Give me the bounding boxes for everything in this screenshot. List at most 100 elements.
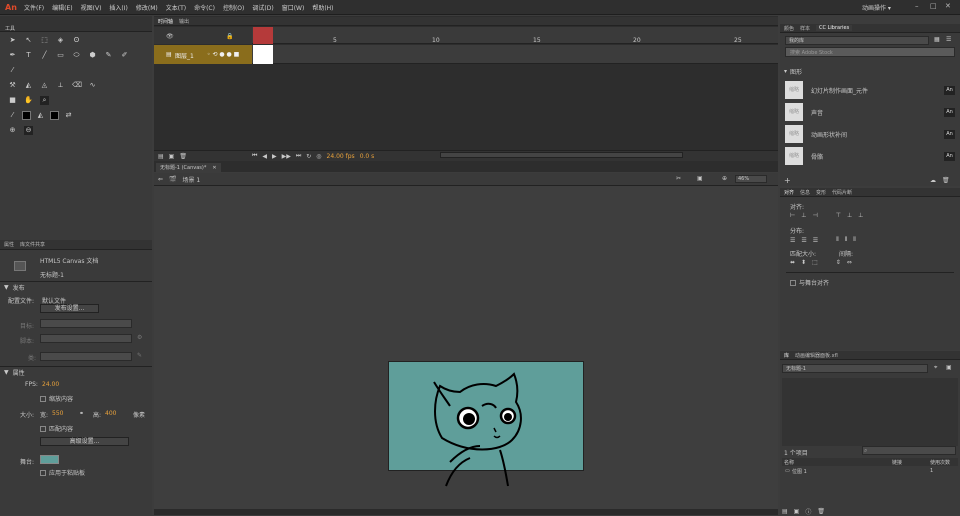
timeline-scrollbar[interactable] <box>440 152 683 158</box>
menu-insert[interactable]: 插入(I) <box>109 3 127 12</box>
tab-info[interactable]: 信息 <box>800 189 810 196</box>
menu-text[interactable]: 文本(T) <box>166 3 186 12</box>
match-contents-row[interactable]: 匹配内容 <box>40 424 73 433</box>
match-contents-checkbox[interactable] <box>40 425 46 432</box>
onion-skin-icon[interactable]: ◎ <box>316 153 321 160</box>
scale-content-checkbox-row[interactable]: 缩放内容 <box>40 394 73 403</box>
workspace-switcher[interactable]: 动画操作 ▾ <box>862 3 891 12</box>
menu-edit[interactable]: 编辑(E) <box>52 3 72 12</box>
eyedropper-icon[interactable]: ⁄ <box>8 111 17 120</box>
playhead[interactable] <box>253 27 273 44</box>
library-item[interactable]: 缩略 动画形状补间 An <box>785 124 955 144</box>
menu-debug[interactable]: 调试(D) <box>252 3 273 12</box>
zoom-in-icon[interactable]: ⊕ <box>8 126 17 135</box>
tab-timeline[interactable]: 时间轴 <box>158 18 173 25</box>
go-last-icon[interactable]: ⏭ <box>296 152 301 160</box>
asset-warp-icon[interactable]: ∿ <box>88 81 97 90</box>
stroke-color-swatch[interactable] <box>22 111 31 120</box>
pin-icon[interactable]: ⌖ <box>934 364 937 372</box>
brush-tool-icon[interactable]: ✐ <box>120 51 129 60</box>
paint-brush-icon[interactable]: ⁄ <box>8 66 17 75</box>
trash-icon[interactable]: 🗑 <box>942 177 950 184</box>
add-icon[interactable]: + <box>784 176 791 185</box>
tab-align[interactable]: 对齐 <box>784 189 794 196</box>
edit-symbols-icon[interactable]: ✂ <box>676 175 681 182</box>
dist-left-icon[interactable]: ⫴ <box>836 236 839 244</box>
new-library-icon[interactable]: ▣ <box>946 364 952 371</box>
match-width-icon[interactable]: ⬌ <box>790 259 795 266</box>
dist-bottom-icon[interactable]: ☰ <box>813 237 818 244</box>
menu-window[interactable]: 窗口(W) <box>282 3 305 12</box>
minimize-icon[interactable]: – <box>915 2 919 10</box>
hand-tool-icon[interactable]: ✋ <box>24 96 33 105</box>
cloud-icon[interactable]: ☁ <box>930 177 936 184</box>
time-display[interactable]: 0.0 s <box>360 153 375 160</box>
dist-top-icon[interactable]: ☰ <box>790 237 795 244</box>
scale-content-checkbox[interactable] <box>40 395 46 402</box>
height-value[interactable]: 400 <box>105 410 116 417</box>
tab-output[interactable]: 输出 <box>179 18 189 25</box>
tab-external-library[interactable]: 动画编辑器面板.xfl <box>795 352 838 359</box>
back-arrow-icon[interactable]: ⇐ <box>158 176 163 183</box>
library-row[interactable]: ▭ 位图 1 1 <box>782 467 958 475</box>
menu-view[interactable]: 视图(V) <box>81 3 102 12</box>
tab-color[interactable]: 颜色 <box>784 25 794 32</box>
publish-settings-button[interactable]: 发布设置... <box>40 304 99 313</box>
fill-bucket-icon[interactable]: ◭ <box>36 111 45 120</box>
target-select[interactable] <box>40 319 132 328</box>
new-symbol-icon[interactable]: ▤ <box>782 508 788 515</box>
advanced-settings-button[interactable]: 高级设置... <box>40 437 129 446</box>
match-both-icon[interactable]: ⬚ <box>812 259 818 266</box>
align-vcenter-icon[interactable]: ⊥ <box>847 212 852 219</box>
column-use-count[interactable]: 使用次数 <box>930 459 950 466</box>
width-value[interactable]: 550 <box>52 410 63 417</box>
gradient-transform-icon[interactable]: ◈ <box>56 36 65 45</box>
library-item[interactable]: 缩略 幻灯片制作画面_元件 An <box>785 80 955 100</box>
link-icon[interactable]: ⚭ <box>79 410 84 417</box>
menu-file[interactable]: 文件(F) <box>24 3 44 12</box>
properties-section-header[interactable]: ▼ 属性 <box>4 368 25 377</box>
apply-pasteboard-checkbox[interactable] <box>40 469 46 476</box>
menu-control[interactable]: 控制(O) <box>223 3 244 12</box>
keyframe-1[interactable] <box>253 45 273 64</box>
space-vertical-icon[interactable]: ⇕ <box>836 259 841 266</box>
grid-view-icon[interactable]: ▦ <box>934 36 940 43</box>
delete-icon[interactable]: 🗑 <box>817 508 825 515</box>
line-tool-icon[interactable]: ╱ <box>40 51 49 60</box>
ink-bottle-icon[interactable]: ◬ <box>40 81 49 90</box>
center-stage-icon[interactable]: ⊕ <box>722 175 727 182</box>
tab-code-snippets[interactable]: 代码片断 <box>832 189 852 196</box>
delete-layer-icon[interactable]: 🗑 <box>179 153 187 160</box>
align-to-stage-row[interactable]: 与舞台对齐 <box>790 278 829 287</box>
play-icon[interactable]: ▶ <box>272 153 277 160</box>
pencil-tool-icon[interactable]: ✎ <box>104 51 113 60</box>
document-tab[interactable]: 无标题-1 (Canvas)* ✕ <box>156 163 221 172</box>
close-icon[interactable]: ✕ <box>945 2 951 10</box>
stage-color-swatch[interactable] <box>40 455 59 464</box>
graphics-group-header[interactable]: ▾ 图形 <box>784 67 802 76</box>
zoom-tool-icon[interactable]: ⌕ <box>40 96 49 105</box>
zoom-select[interactable]: 46% <box>735 175 767 183</box>
frame-ruler[interactable] <box>252 27 778 44</box>
library-search-input[interactable] <box>862 446 956 455</box>
pen-tool-icon[interactable]: ✒ <box>8 51 17 60</box>
step-forward-icon[interactable]: ▶▶ <box>282 153 291 160</box>
new-layer-icon[interactable]: ▤ <box>158 153 164 160</box>
dist-hcenter-icon[interactable]: ⫴ <box>845 236 848 244</box>
tab-swatches[interactable]: 样本 <box>800 25 810 32</box>
library-select[interactable]: 我的库 <box>785 36 929 45</box>
space-horizontal-icon[interactable]: ⇔ <box>847 259 852 266</box>
tab-library[interactable]: 库 <box>784 352 789 359</box>
tab-library-sharing[interactable]: 库文件共享 <box>20 241 45 248</box>
menu-help[interactable]: 帮助(H) <box>312 3 333 12</box>
fps-display[interactable]: 24.00 fps <box>327 153 355 160</box>
align-hcenter-icon[interactable]: ⊥ <box>801 212 806 219</box>
layer-toggles[interactable]: ◦ ⟲ ● ● ■ <box>207 51 239 58</box>
rectangle-tool-icon[interactable]: ▭ <box>56 51 65 60</box>
text-tool-icon[interactable]: T <box>24 51 33 60</box>
frame-grid[interactable] <box>252 45 778 64</box>
lock-icon[interactable]: 🔒 <box>226 33 233 40</box>
menu-commands[interactable]: 命令(C) <box>194 3 215 12</box>
lasso-icon[interactable]: ʘ <box>72 36 81 45</box>
fill-color-swatch[interactable] <box>50 111 59 120</box>
